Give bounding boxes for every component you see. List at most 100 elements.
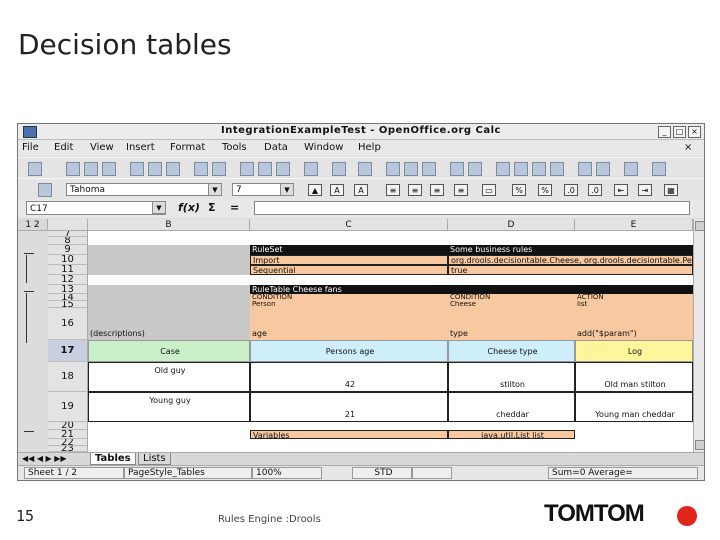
redo-icon[interactable]: [358, 162, 372, 176]
format-paintbrush-icon[interactable]: [304, 162, 318, 176]
cell-d14[interactable]: CONDITION: [448, 294, 575, 301]
merge-cells-button[interactable]: ▭: [482, 184, 496, 196]
row-header[interactable]: 18: [48, 362, 88, 392]
scroll-down-icon[interactable]: [695, 440, 704, 450]
cell-d17[interactable]: Cheese type: [448, 340, 575, 362]
cell-d19[interactable]: cheddar: [448, 392, 575, 422]
italic-button[interactable]: A: [330, 184, 344, 196]
cell-c17[interactable]: Persons age: [250, 340, 448, 362]
row-header[interactable]: 15: [48, 301, 88, 308]
zoom-icon[interactable]: [578, 162, 592, 176]
cell-c21[interactable]: Variables: [250, 430, 448, 439]
scroll-up-icon[interactable]: [695, 221, 704, 231]
row-header[interactable]: 22: [48, 439, 88, 446]
row-header[interactable]: 12: [48, 275, 88, 285]
delete-decimal-button[interactable]: .0: [588, 184, 602, 196]
find-replace-icon[interactable]: [496, 162, 510, 176]
outline-level-buttons[interactable]: 1 2: [18, 219, 48, 231]
cell-c16[interactable]: age: [250, 308, 448, 340]
help-icon[interactable]: [596, 162, 610, 176]
menu-insert[interactable]: Insert: [126, 142, 155, 153]
cell-ruleset-value[interactable]: Some business rules: [448, 245, 693, 255]
menu-help[interactable]: Help: [358, 142, 381, 153]
cell-reference-dropdown-icon[interactable]: ▼: [152, 201, 166, 214]
row-header[interactable]: 19: [48, 392, 88, 422]
sort-ascending-icon[interactable]: [404, 162, 418, 176]
increase-indent-button[interactable]: ⇥: [638, 184, 652, 196]
autospellcheck-icon[interactable]: [212, 162, 226, 176]
cell-ruletable-label[interactable]: RuleTable Cheese fans: [250, 285, 693, 294]
cell-b16[interactable]: (descriptions): [88, 285, 250, 340]
print-icon[interactable]: [148, 162, 162, 176]
cell-import-value[interactable]: org.drools.decisiontable.Cheese, org.dro…: [448, 255, 693, 265]
row-header[interactable]: 13: [48, 285, 88, 294]
open-icon[interactable]: [66, 162, 80, 176]
cell-c19[interactable]: 21: [250, 392, 448, 422]
font-size-dropdown-icon[interactable]: ▼: [280, 183, 294, 196]
align-left-button[interactable]: ≡: [386, 184, 400, 196]
close-button[interactable]: ×: [688, 126, 701, 138]
cell-e17[interactable]: Log: [575, 340, 693, 362]
menu-format[interactable]: Format: [170, 142, 205, 153]
show-draw-functions-icon[interactable]: [468, 162, 482, 176]
minimize-button[interactable]: _: [658, 126, 671, 138]
edit-file-icon[interactable]: [102, 162, 116, 176]
cell-sequential-label[interactable]: Sequential: [250, 265, 448, 275]
save-icon[interactable]: [84, 162, 98, 176]
form-design-icon[interactable]: [624, 162, 638, 176]
menu-edit[interactable]: Edit: [54, 142, 73, 153]
maximize-button[interactable]: □: [673, 126, 686, 138]
tab-tables[interactable]: Tables: [90, 453, 136, 465]
export-pdf-icon[interactable]: [130, 162, 144, 176]
cell-e19[interactable]: Young man cheddar: [575, 392, 693, 422]
row-header[interactable]: 8: [48, 237, 88, 245]
cell-c14[interactable]: CONDITION: [250, 294, 448, 301]
styles-icon[interactable]: [38, 183, 52, 197]
close-document-icon[interactable]: ×: [684, 142, 692, 153]
currency-format-button[interactable]: %: [512, 184, 526, 196]
gallery-icon[interactable]: [532, 162, 546, 176]
cut-icon[interactable]: [240, 162, 254, 176]
sum-icon[interactable]: Σ: [208, 201, 216, 214]
percent-format-button[interactable]: %: [538, 184, 552, 196]
collapse-group-icon[interactable]: [24, 431, 34, 432]
row-header[interactable]: 10: [48, 255, 88, 265]
spellcheck-icon[interactable]: [194, 162, 208, 176]
cell-e16[interactable]: add("$param"): [575, 308, 693, 340]
insert-chart-icon[interactable]: [450, 162, 464, 176]
row-header[interactable]: 9: [48, 245, 88, 255]
undo-icon[interactable]: [332, 162, 346, 176]
navigator-icon[interactable]: [514, 162, 528, 176]
cell-e15[interactable]: list: [575, 301, 693, 308]
column-header-b[interactable]: B: [88, 219, 250, 231]
underline-button[interactable]: A: [354, 184, 368, 196]
cell-c18[interactable]: 42: [250, 362, 448, 392]
hyperlink-icon[interactable]: [386, 162, 400, 176]
row-header[interactable]: 21: [48, 430, 88, 439]
cell-b18[interactable]: Old guy: [88, 362, 250, 392]
menu-data[interactable]: Data: [264, 142, 288, 153]
cell-d18[interactable]: stilton: [448, 362, 575, 392]
row-header[interactable]: 16: [48, 308, 88, 340]
new-document-icon[interactable]: [28, 162, 42, 176]
function-icon[interactable]: =: [230, 201, 239, 214]
row-header[interactable]: 11: [48, 265, 88, 275]
column-header-e[interactable]: E: [575, 219, 693, 231]
cell-sequential-value[interactable]: true: [448, 265, 693, 275]
status-page-style[interactable]: PageStyle_Tables: [124, 467, 252, 479]
row-header[interactable]: 20: [48, 422, 88, 430]
menu-window[interactable]: Window: [304, 142, 343, 153]
tab-lists[interactable]: Lists: [138, 453, 171, 465]
data-sources-icon[interactable]: [550, 162, 564, 176]
column-header-d[interactable]: D: [448, 219, 575, 231]
sort-descending-icon[interactable]: [422, 162, 436, 176]
copy-icon[interactable]: [258, 162, 272, 176]
cell-reference-input[interactable]: C17: [26, 201, 166, 215]
cell-e18[interactable]: Old man stilton: [575, 362, 693, 392]
formula-input[interactable]: [254, 201, 690, 215]
toolbar-extra-icon[interactable]: [652, 162, 666, 176]
collapse-group-icon[interactable]: [24, 253, 34, 254]
column-header-c[interactable]: C: [250, 219, 448, 231]
cell-b19[interactable]: Young guy: [88, 392, 250, 422]
sheet-nav-arrows-icon[interactable]: ◀◀ ◀ ▶ ▶▶: [22, 454, 67, 463]
